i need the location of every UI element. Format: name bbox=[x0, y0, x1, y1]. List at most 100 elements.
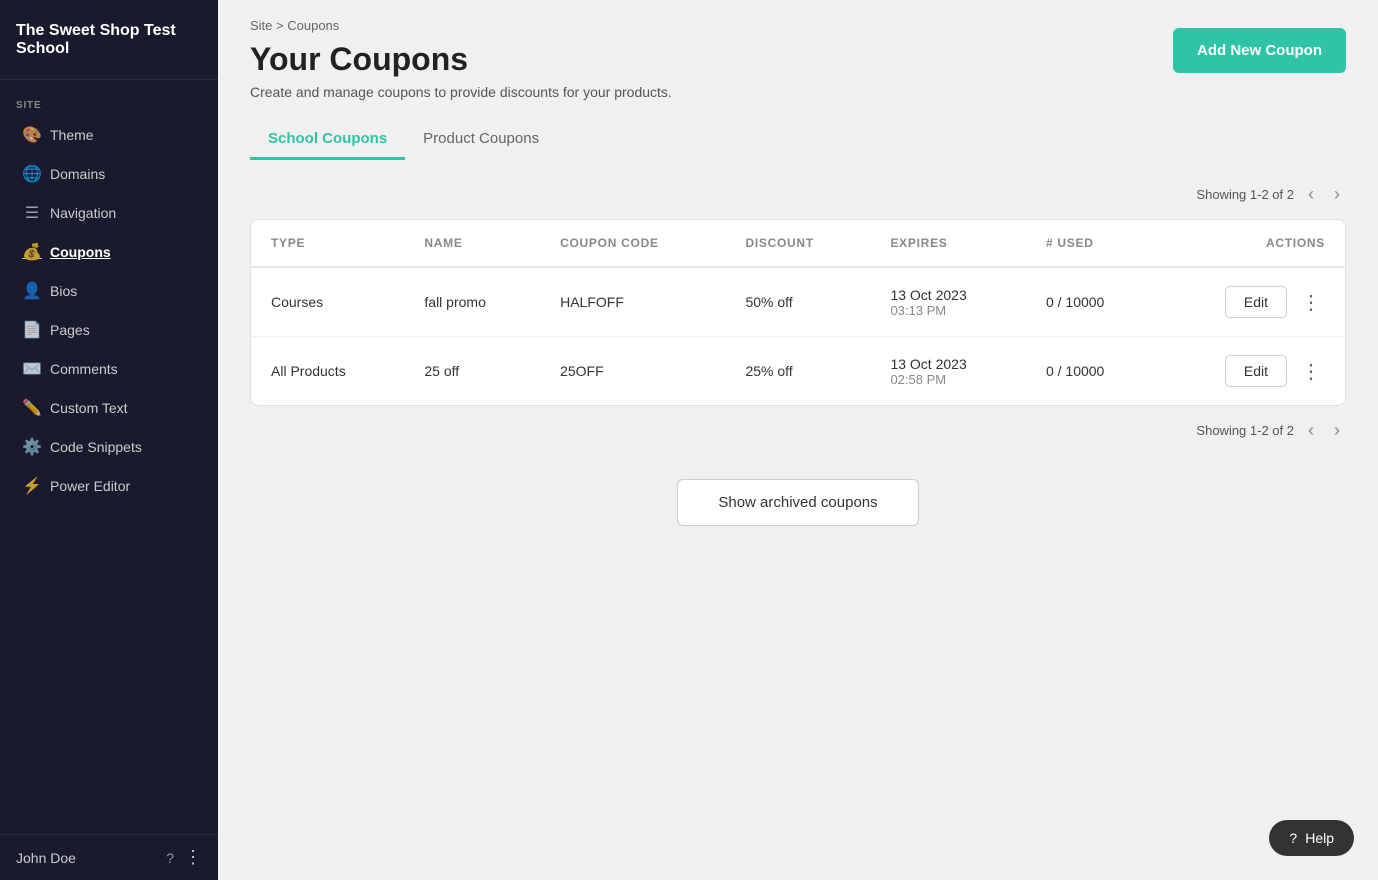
tab-school-coupons-label: School Coupons bbox=[268, 130, 387, 147]
row1-edit-button[interactable]: Edit bbox=[1225, 286, 1287, 318]
row1-expires-date: 13 Oct 2023 bbox=[890, 287, 1006, 303]
sidebar-item-label-theme: Theme bbox=[50, 127, 94, 143]
pagination-bottom-text: Showing 1-2 of 2 bbox=[1196, 423, 1294, 438]
table-card: TYPE NAME COUPON CODE DISCOUNT EXPIRES #… bbox=[250, 219, 1346, 406]
col-expires: EXPIRES bbox=[870, 220, 1026, 267]
sidebar: The Sweet Shop Test School SITE 🎨 Theme … bbox=[0, 0, 218, 880]
pagination-top: Showing 1-2 of 2 ‹ › bbox=[250, 170, 1346, 219]
add-new-coupon-button[interactable]: Add New Coupon bbox=[1173, 28, 1346, 73]
pagination-next-button[interactable]: › bbox=[1328, 182, 1346, 207]
table-body: Courses fall promo HALFOFF 50% off 13 Oc… bbox=[251, 267, 1345, 405]
sidebar-item-pages[interactable]: 📄 Pages bbox=[6, 311, 212, 349]
col-coupon-code-label: COUPON CODE bbox=[560, 236, 659, 250]
col-actions: ACTIONS bbox=[1158, 220, 1345, 267]
page-title: Your Coupons bbox=[250, 41, 672, 78]
col-expires-label: EXPIRES bbox=[890, 236, 947, 250]
pagination-prev-button[interactable]: ‹ bbox=[1302, 182, 1320, 207]
show-archived-button[interactable]: Show archived coupons bbox=[677, 479, 918, 526]
col-name: NAME bbox=[404, 220, 540, 267]
pagination-bottom-prev-button[interactable]: ‹ bbox=[1302, 418, 1320, 443]
sidebar-item-bios[interactable]: 👤 Bios bbox=[6, 272, 212, 310]
col-name-label: NAME bbox=[424, 236, 462, 250]
breadcrumb-site-link[interactable]: Site bbox=[250, 18, 272, 33]
table-row: Courses fall promo HALFOFF 50% off 13 Oc… bbox=[251, 267, 1345, 337]
sidebar-item-code-snippets[interactable]: ⚙️ Code Snippets bbox=[6, 428, 212, 466]
pages-icon: 📄 bbox=[22, 320, 42, 340]
row2-actions: Edit ⋮ bbox=[1158, 337, 1345, 406]
bios-icon: 👤 bbox=[22, 281, 42, 301]
pagination-bottom: Showing 1-2 of 2 ‹ › bbox=[250, 406, 1346, 455]
sidebar-more-icon[interactable]: ⋮ bbox=[184, 847, 202, 868]
row2-name: 25 off bbox=[404, 337, 540, 406]
sidebar-item-label-power-editor: Power Editor bbox=[50, 478, 130, 494]
table-row: All Products 25 off 25OFF 25% off 13 Oct… bbox=[251, 337, 1345, 406]
theme-icon: 🎨 bbox=[22, 125, 42, 145]
sidebar-nav: SITE 🎨 Theme 🌐 Domains ☰ Navigation 💰 Co… bbox=[0, 80, 218, 834]
breadcrumb: Site > Coupons bbox=[250, 18, 672, 33]
tabs-bar: School Coupons Product Coupons bbox=[218, 100, 1378, 160]
row2-discount: 25% off bbox=[725, 337, 870, 406]
row1-name: fall promo bbox=[404, 267, 540, 337]
archived-row: Show archived coupons bbox=[250, 479, 1346, 526]
col-used: # USED bbox=[1026, 220, 1158, 267]
sidebar-item-label-custom-text: Custom Text bbox=[50, 400, 128, 416]
col-discount: DISCOUNT bbox=[725, 220, 870, 267]
content-area: Showing 1-2 of 2 ‹ › TYPE NAME COUPON CO… bbox=[218, 160, 1378, 880]
row1-used: 0 / 10000 bbox=[1026, 267, 1158, 337]
help-icon: ? bbox=[1289, 830, 1297, 846]
col-used-label: # USED bbox=[1046, 236, 1094, 250]
sidebar-item-label-comments: Comments bbox=[50, 361, 118, 377]
sidebar-item-domains[interactable]: 🌐 Domains bbox=[6, 155, 212, 193]
row2-expires: 13 Oct 2023 02:58 PM bbox=[870, 337, 1026, 406]
code-snippets-icon: ⚙️ bbox=[22, 437, 42, 457]
sidebar-brand: The Sweet Shop Test School bbox=[0, 0, 218, 80]
sidebar-item-coupons[interactable]: 💰 Coupons bbox=[6, 233, 212, 271]
navigation-icon: ☰ bbox=[22, 203, 42, 223]
main-content: Site > Coupons Your Coupons Create and m… bbox=[218, 0, 1378, 880]
col-type-label: TYPE bbox=[271, 236, 305, 250]
row2-expires-date: 13 Oct 2023 bbox=[890, 356, 1006, 372]
sidebar-item-label-domains: Domains bbox=[50, 166, 105, 182]
domains-icon: 🌐 bbox=[22, 164, 42, 184]
sidebar-item-theme[interactable]: 🎨 Theme bbox=[6, 116, 212, 154]
row1-discount: 50% off bbox=[725, 267, 870, 337]
row1-more-button[interactable]: ⋮ bbox=[1297, 288, 1325, 317]
row2-type: All Products bbox=[251, 337, 404, 406]
row1-expires-time: 03:13 PM bbox=[890, 303, 1006, 318]
row2-used: 0 / 10000 bbox=[1026, 337, 1158, 406]
sidebar-item-navigation[interactable]: ☰ Navigation bbox=[6, 194, 212, 232]
breadcrumb-current: Coupons bbox=[287, 18, 339, 33]
row2-actions-cell: Edit ⋮ bbox=[1178, 355, 1325, 387]
col-actions-label: ACTIONS bbox=[1266, 236, 1325, 250]
tab-product-coupons[interactable]: Product Coupons bbox=[405, 120, 557, 160]
comments-icon: ✉️ bbox=[22, 359, 42, 379]
row1-expires: 13 Oct 2023 03:13 PM bbox=[870, 267, 1026, 337]
row2-edit-button[interactable]: Edit bbox=[1225, 355, 1287, 387]
tab-school-coupons[interactable]: School Coupons bbox=[250, 120, 405, 160]
help-button[interactable]: ? Help bbox=[1269, 820, 1354, 856]
sidebar-item-power-editor[interactable]: ⚡ Power Editor bbox=[6, 467, 212, 505]
sidebar-footer: John Doe ? ⋮ bbox=[0, 834, 218, 880]
main-header: Site > Coupons Your Coupons Create and m… bbox=[218, 0, 1378, 100]
sidebar-item-label-pages: Pages bbox=[50, 322, 90, 338]
pagination-bottom-next-button[interactable]: › bbox=[1328, 418, 1346, 443]
sidebar-help-icon[interactable]: ? bbox=[166, 850, 174, 866]
table-header: TYPE NAME COUPON CODE DISCOUNT EXPIRES #… bbox=[251, 220, 1345, 267]
sidebar-item-custom-text[interactable]: ✏️ Custom Text bbox=[6, 389, 212, 427]
sidebar-user-name: John Doe bbox=[16, 850, 76, 866]
col-discount-label: DISCOUNT bbox=[745, 236, 813, 250]
brand-name: The Sweet Shop Test School bbox=[16, 22, 202, 58]
page-subtitle: Create and manage coupons to provide dis… bbox=[250, 84, 672, 100]
row1-actions-cell: Edit ⋮ bbox=[1178, 286, 1325, 318]
row2-more-button[interactable]: ⋮ bbox=[1297, 357, 1325, 386]
row2-coupon-code: 25OFF bbox=[540, 337, 725, 406]
sidebar-item-comments[interactable]: ✉️ Comments bbox=[6, 350, 212, 388]
table-header-row: TYPE NAME COUPON CODE DISCOUNT EXPIRES #… bbox=[251, 220, 1345, 267]
help-button-label: Help bbox=[1305, 830, 1334, 846]
sidebar-section-label: SITE bbox=[0, 90, 218, 115]
tab-product-coupons-label: Product Coupons bbox=[423, 130, 539, 147]
sidebar-item-label-bios: Bios bbox=[50, 283, 77, 299]
row1-coupon-code: HALFOFF bbox=[540, 267, 725, 337]
coupons-icon: 💰 bbox=[22, 242, 42, 262]
sidebar-item-label-code-snippets: Code Snippets bbox=[50, 439, 142, 455]
